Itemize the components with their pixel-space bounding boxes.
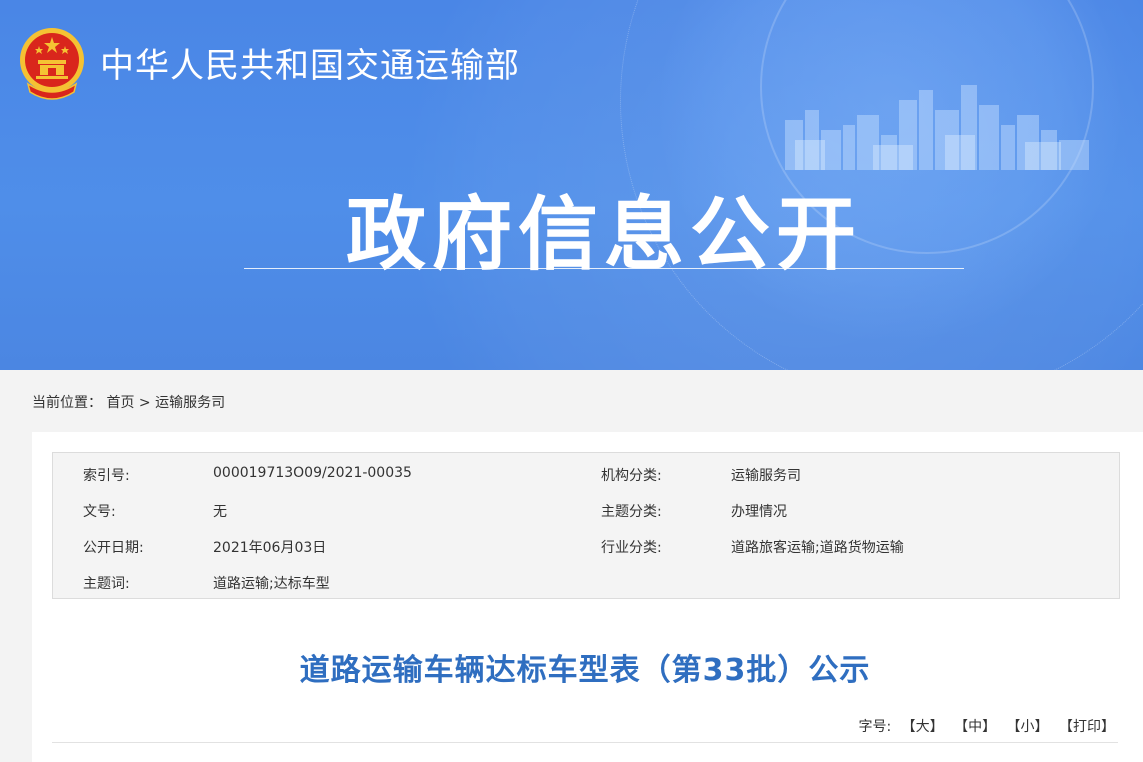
header-banner: 中华人民共和国交通运输部 政府信息公开 — [0, 0, 1143, 370]
breadcrumb-current-link[interactable]: 运输服务司 — [155, 395, 225, 411]
font-size-label: 字号: — [858, 719, 892, 735]
document-metadata-box: 索引号: 000019713O09/2021-00035 机构分类: 运输服务司… — [52, 452, 1120, 599]
font-size-medium-button[interactable]: 【中】 — [954, 719, 996, 735]
topic-label: 主题分类: — [601, 504, 662, 520]
font-size-controls: 字号: 【大】 【中】 【小】 【打印】 — [858, 716, 1115, 736]
doc-no-label: 文号: — [83, 504, 116, 520]
city-skyline-graphic — [785, 85, 1089, 170]
font-size-small-button[interactable]: 【小】 — [1007, 719, 1049, 735]
banner-divider — [244, 268, 964, 269]
keywords-label: 主题词: — [83, 576, 130, 592]
font-size-large-button[interactable]: 【大】 — [902, 719, 944, 735]
date-value: 2021年06月03日 — [213, 540, 327, 556]
article-title: 道路运输车辆达标车型表（第33批）公示 — [299, 653, 871, 688]
national-emblem-icon — [20, 28, 84, 100]
breadcrumb: 当前位置： 首页 > 运输服务司 — [32, 392, 225, 412]
content-divider — [52, 742, 1118, 743]
index-label: 索引号: — [83, 468, 130, 484]
doc-no-value: 无 — [213, 504, 227, 520]
breadcrumb-home-link[interactable]: 首页 — [106, 395, 134, 411]
industry-value: 道路旅客运输;道路货物运输 — [731, 540, 904, 556]
topic-value: 办理情况 — [731, 504, 787, 520]
org-label: 机构分类: — [601, 468, 662, 484]
org-value: 运输服务司 — [731, 468, 801, 484]
breadcrumb-label: 当前位置： — [32, 395, 102, 411]
keywords-value: 道路运输;达标车型 — [213, 576, 330, 592]
ministry-title[interactable]: 中华人民共和国交通运输部 — [100, 38, 520, 87]
date-label: 公开日期: — [83, 540, 144, 556]
print-button[interactable]: 【打印】 — [1059, 719, 1115, 735]
index-value: 000019713O09/2021-00035 — [213, 465, 412, 481]
industry-label: 行业分类: — [601, 540, 662, 556]
breadcrumb-separator: > — [138, 395, 151, 411]
